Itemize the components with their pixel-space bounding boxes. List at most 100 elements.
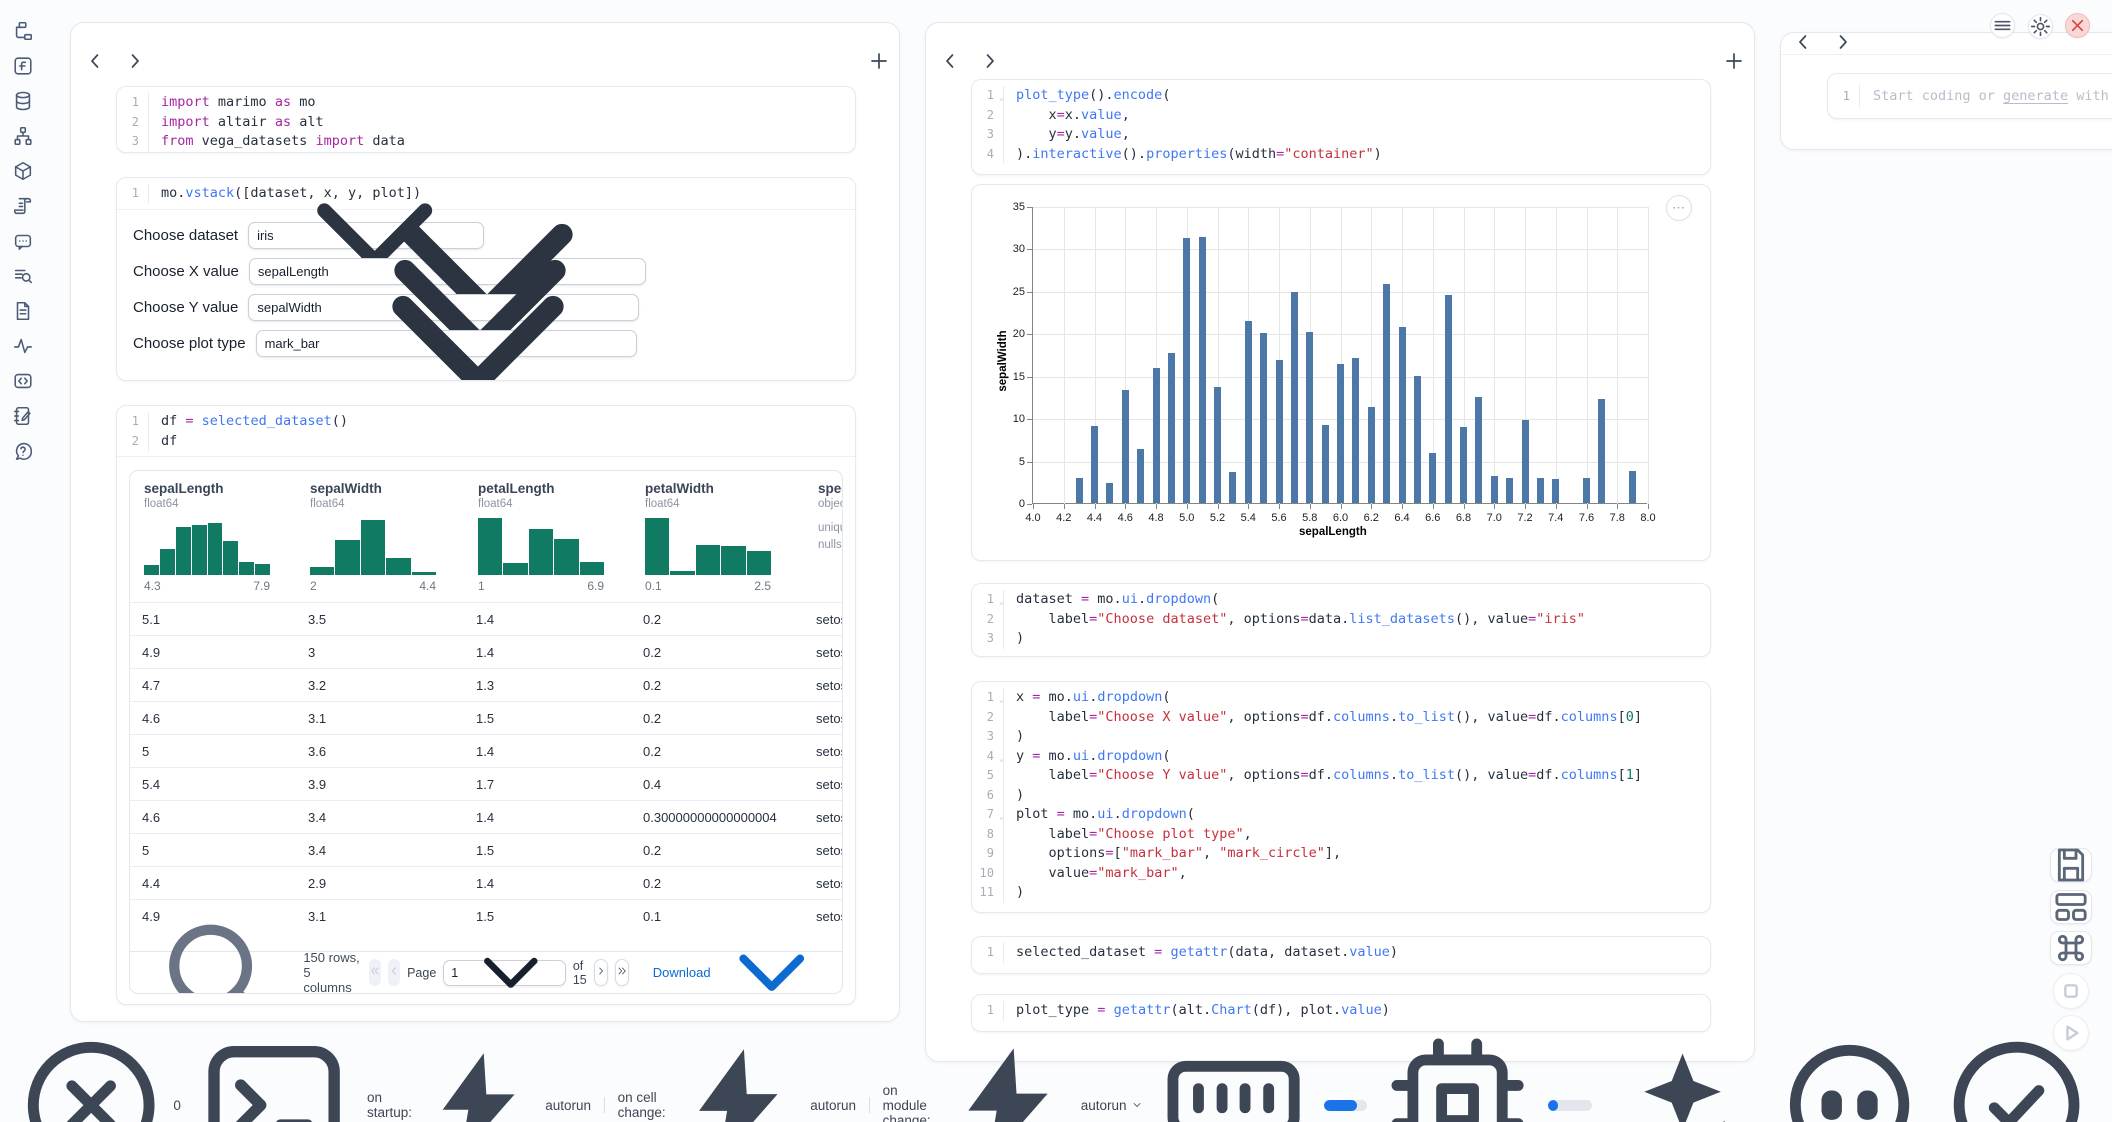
histogram-bar	[696, 545, 720, 575]
last-page-button[interactable]	[615, 959, 629, 986]
column-header-species[interactable]: speciesobjectunique:nulls:	[804, 481, 842, 602]
code-editor[interactable]: 1df = selected_dataset()2df	[117, 406, 855, 456]
table-cell: 5.1	[130, 612, 296, 627]
panel-middle-forward-button[interactable]	[978, 51, 1002, 75]
panel-right-back-button[interactable]	[1791, 32, 1815, 56]
code-line: 2 x=x.value,	[972, 106, 1710, 126]
first-page-button[interactable]	[369, 959, 381, 986]
column-header-petalLength[interactable]: petalLengthfloat6416.9	[464, 481, 631, 602]
save-button[interactable]	[2050, 848, 2092, 882]
sidebar-chat-icon[interactable]	[12, 230, 34, 252]
table-cell: 3.4	[296, 843, 464, 858]
interrupt-button[interactable]	[2053, 973, 2089, 1009]
status-bar-right	[1157, 1028, 2094, 1122]
terminal-button[interactable]	[194, 1025, 354, 1122]
sidebar-snippets-icon[interactable]	[12, 300, 34, 322]
sidebar-scratchpad-icon[interactable]	[12, 405, 34, 427]
chart-actions-button[interactable]: ⋯	[1666, 195, 1692, 221]
table-row[interactable]: 5.13.51.40.2setosa	[130, 602, 842, 635]
table-cell: 3.1	[296, 711, 464, 726]
sidebar-file-tree-icon[interactable]	[12, 20, 34, 42]
column-header-sepalWidth[interactable]: sepalWidthfloat6424.4	[296, 481, 464, 602]
chart-bar	[1106, 483, 1113, 503]
panel-left-back-button[interactable]	[83, 51, 107, 75]
sidebar-database-icon[interactable]	[12, 90, 34, 112]
close-button[interactable]	[2065, 13, 2090, 38]
table-cell: setosa	[804, 645, 842, 660]
layout-button[interactable]	[2050, 890, 2092, 924]
table-row[interactable]: 4.42.91.40.2setosa	[130, 866, 842, 899]
menu-button[interactable]	[1990, 13, 2015, 38]
generate-with-ai-link[interactable]: generate	[2003, 88, 2068, 104]
next-page-button[interactable]	[594, 959, 608, 986]
sidebar-function-icon[interactable]	[12, 55, 34, 77]
x-tick-label: 7.8	[1602, 512, 1632, 524]
on-startup-setting[interactable]: on startup: autorun	[367, 1043, 591, 1122]
error-indicator[interactable]: 0	[14, 1028, 181, 1122]
sidebar-logs-icon[interactable]	[12, 195, 34, 217]
on-cell-change-setting[interactable]: on cell change: autorun	[618, 1038, 856, 1122]
table-row[interactable]: 4.63.41.40.30000000000000004setosa	[130, 800, 842, 833]
panel-middle-back-button[interactable]	[938, 51, 962, 75]
sidebar-dependency-graph-icon[interactable]	[12, 125, 34, 147]
code-editor[interactable]: 1⌄dataset = mo.ui.dropdown(2 label="Choo…	[972, 584, 1710, 654]
panel-left-add-cell-button[interactable]	[867, 51, 891, 75]
sidebar-packages-icon[interactable]	[12, 160, 34, 182]
code-text: label="Choose Y value", options=df.colum…	[1004, 766, 1642, 786]
histogram-bar	[747, 551, 771, 575]
table-cell: setosa	[804, 678, 842, 693]
page-select[interactable]: 1	[443, 960, 566, 986]
search-icon[interactable]	[144, 898, 289, 994]
sidebar-code-icon[interactable]	[12, 370, 34, 392]
x-tick	[1587, 504, 1588, 509]
copilot-button[interactable]	[1773, 1028, 1926, 1122]
code-line: 4⌄y = mo.ui.dropdown(	[972, 747, 1710, 767]
table-row[interactable]: 53.61.40.2setosa	[130, 734, 842, 767]
x-tick	[1341, 504, 1342, 509]
table-row[interactable]: 4.931.40.2setosa	[130, 635, 842, 668]
code-line: 1df = selected_dataset()	[117, 412, 855, 432]
code-editor[interactable]: 1plot_type = getattr(alt.Chart(df), plot…	[972, 995, 1710, 1026]
cell-plot-encode: 1⌄plot_type().encode(2 x=x.value,3 y=y.v…	[971, 79, 1711, 175]
download-button[interactable]: Download	[653, 916, 828, 994]
settings-button[interactable]	[2028, 14, 2053, 39]
line-number: 6	[972, 786, 1004, 806]
y-tick	[1027, 207, 1032, 208]
panel-middle-add-cell-button[interactable]	[1722, 51, 1746, 75]
panel-left-forward-button[interactable]	[123, 51, 147, 75]
line-number: 2	[972, 708, 1004, 728]
sidebar-help-icon[interactable]	[12, 440, 34, 462]
sidebar-documentation-icon[interactable]	[12, 265, 34, 287]
code-editor[interactable]: 1selected_dataset = getattr(data, datase…	[972, 937, 1710, 968]
sidebar-tracebacks-icon[interactable]	[12, 335, 34, 357]
column-header-petalWidth[interactable]: petalWidthfloat640.12.5	[631, 481, 804, 602]
y-axis-title: sepalWidth	[997, 316, 1009, 406]
column-header-sepalLength[interactable]: sepalLengthfloat644.37.9	[130, 481, 296, 602]
prev-page-button[interactable]	[388, 959, 400, 986]
panel-right-forward-button[interactable]	[1831, 32, 1855, 56]
code-text: label="Choose plot type",	[1004, 825, 1252, 845]
code-editor[interactable]: 1⌄x = mo.ui.dropdown(2 label="Choose X v…	[972, 682, 1710, 908]
connection-status-button[interactable]	[1940, 1028, 2093, 1122]
table-row[interactable]: 5.43.91.70.4setosa	[130, 767, 842, 800]
on-module-change-setting[interactable]: on module change: autorun	[883, 1037, 1144, 1122]
line-number: 1⌄	[972, 86, 1004, 106]
table-row[interactable]: 4.63.11.50.2setosa	[130, 701, 842, 734]
histogram-bar	[223, 541, 238, 575]
new-cell-editor[interactable]: 1 Start coding or generate with	[1827, 73, 2112, 119]
code-editor[interactable]: 1⌄plot_type().encode(2 x=x.value,3 y=y.v…	[972, 80, 1710, 169]
table-header: sepalLengthfloat644.37.9sepalWidthfloat6…	[130, 471, 842, 602]
chart-bar	[1445, 295, 1452, 503]
chart-bar	[1137, 449, 1144, 503]
code-line: 3 y=y.value,	[972, 125, 1710, 145]
table-row[interactable]: 4.73.21.30.2setosa	[130, 668, 842, 701]
range-max: 2.5	[754, 579, 771, 593]
code-editor[interactable]: 1import marimo as mo2import altair as al…	[117, 87, 855, 153]
dropdown-value: mark_bar	[265, 336, 320, 351]
gear-icon	[2029, 15, 2052, 38]
dropdown-choose-plot-type[interactable]: mark_bar	[256, 330, 637, 357]
command-palette-button[interactable]	[2050, 931, 2092, 965]
cell-dataset-dropdown: 1⌄dataset = mo.ui.dropdown(2 label="Choo…	[971, 583, 1711, 657]
table-row[interactable]: 53.41.50.2setosa	[130, 833, 842, 866]
ai-sparkles-button[interactable]	[1606, 1028, 1759, 1122]
